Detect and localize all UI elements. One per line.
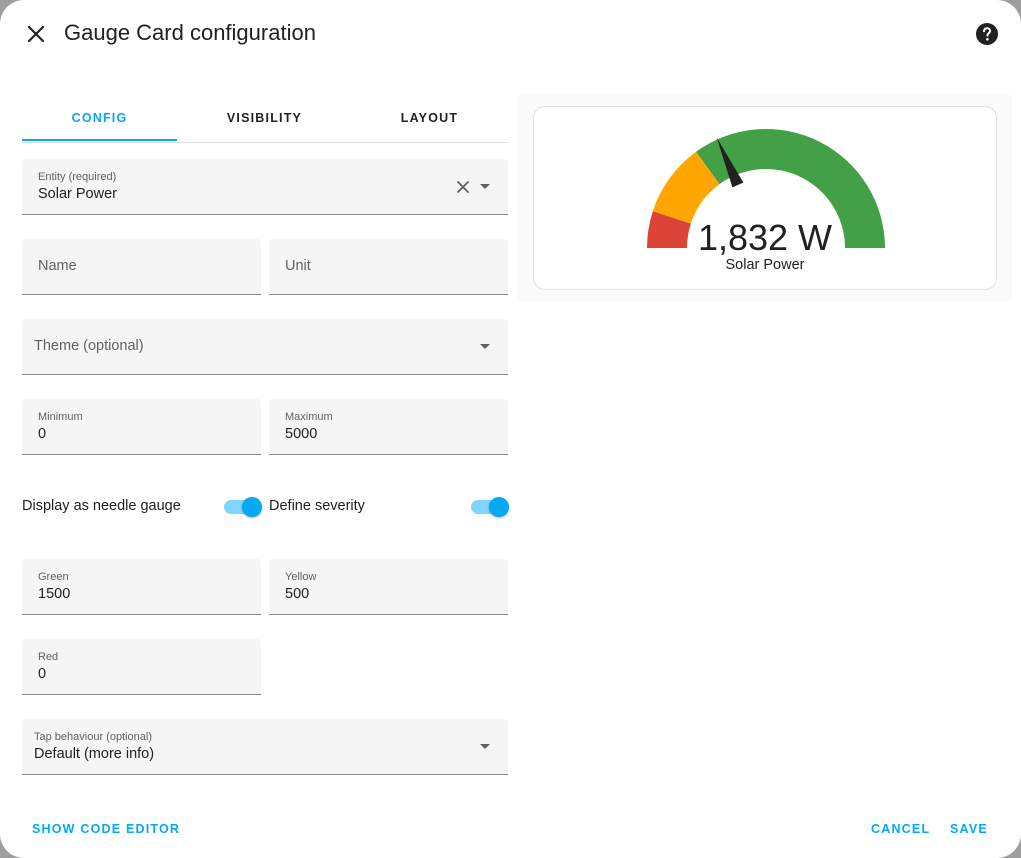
toggle-thumb: [489, 497, 509, 517]
chevron-down-icon: [480, 744, 490, 749]
maximum-label: Maximum: [285, 411, 333, 423]
unit-placeholder: Unit: [285, 258, 311, 274]
tap-behaviour-value: Default (more info): [34, 746, 155, 762]
green-label: Green: [38, 571, 69, 583]
gauge-card-preview[interactable]: 1,832 W Solar Power: [533, 106, 997, 290]
needle-toggle-label: Display as needle gauge: [22, 498, 181, 514]
severity-toggle-label: Define severity: [269, 498, 365, 514]
maximum-field[interactable]: Maximum 5000: [269, 399, 508, 455]
tap-behaviour-label: Tap behaviour (optional): [34, 731, 153, 743]
show-code-editor-button[interactable]: SHOW CODE EDITOR: [32, 822, 180, 836]
unit-field[interactable]: Unit: [269, 239, 508, 295]
active-tab-indicator: [22, 139, 177, 141]
severity-toggle[interactable]: [471, 496, 509, 518]
tab-visibility[interactable]: VISIBILITY: [187, 94, 342, 141]
toggle-thumb: [242, 497, 262, 517]
editor-tabs: CONFIG VISIBILITY LAYOUT: [22, 94, 508, 143]
card-config-dialog: Gauge Card configuration CONFIG VISIBILI…: [0, 0, 1021, 858]
theme-select[interactable]: Theme (optional): [22, 319, 508, 375]
tab-layout[interactable]: LAYOUT: [352, 94, 507, 141]
help-button[interactable]: [975, 22, 999, 46]
green-field[interactable]: Green 1500: [22, 559, 261, 615]
minimum-field[interactable]: Minimum 0: [22, 399, 261, 455]
tap-behaviour-select[interactable]: Tap behaviour (optional) Default (more i…: [22, 719, 508, 775]
clear-icon[interactable]: [456, 180, 470, 194]
entity-value: Solar Power: [38, 186, 117, 202]
yellow-label: Yellow: [285, 571, 317, 583]
minimum-value: 0: [38, 426, 47, 442]
chevron-down-icon[interactable]: [480, 184, 490, 189]
gauge-entity-name: Solar Power: [725, 257, 805, 273]
tab-config[interactable]: CONFIG: [22, 94, 177, 141]
close-icon: [27, 25, 45, 43]
maximum-value: 5000: [285, 426, 318, 442]
close-button[interactable]: [20, 18, 52, 50]
red-value: 0: [38, 666, 47, 682]
gauge-value: 1,832 W: [697, 217, 833, 258]
entity-label: Entity (required): [38, 171, 117, 183]
name-placeholder: Name: [38, 258, 77, 274]
dialog-header: Gauge Card configuration: [0, 0, 1021, 68]
save-button[interactable]: SAVE: [950, 822, 988, 836]
green-value: 1500: [38, 586, 71, 602]
chevron-down-icon: [480, 344, 490, 349]
entity-picker[interactable]: Entity (required) Solar Power: [22, 159, 508, 215]
cancel-button[interactable]: CANCEL: [871, 822, 930, 836]
help-circle-icon: [976, 23, 998, 45]
name-field[interactable]: Name: [22, 239, 261, 295]
theme-placeholder: Theme (optional): [34, 338, 144, 354]
yellow-value: 500: [285, 586, 310, 602]
red-field[interactable]: Red 0: [22, 639, 261, 695]
red-label: Red: [38, 651, 59, 663]
dialog-title: Gauge Card configuration: [64, 20, 316, 45]
yellow-field[interactable]: Yellow 500: [269, 559, 508, 615]
needle-toggle[interactable]: [224, 496, 262, 518]
minimum-label: Minimum: [38, 411, 83, 423]
